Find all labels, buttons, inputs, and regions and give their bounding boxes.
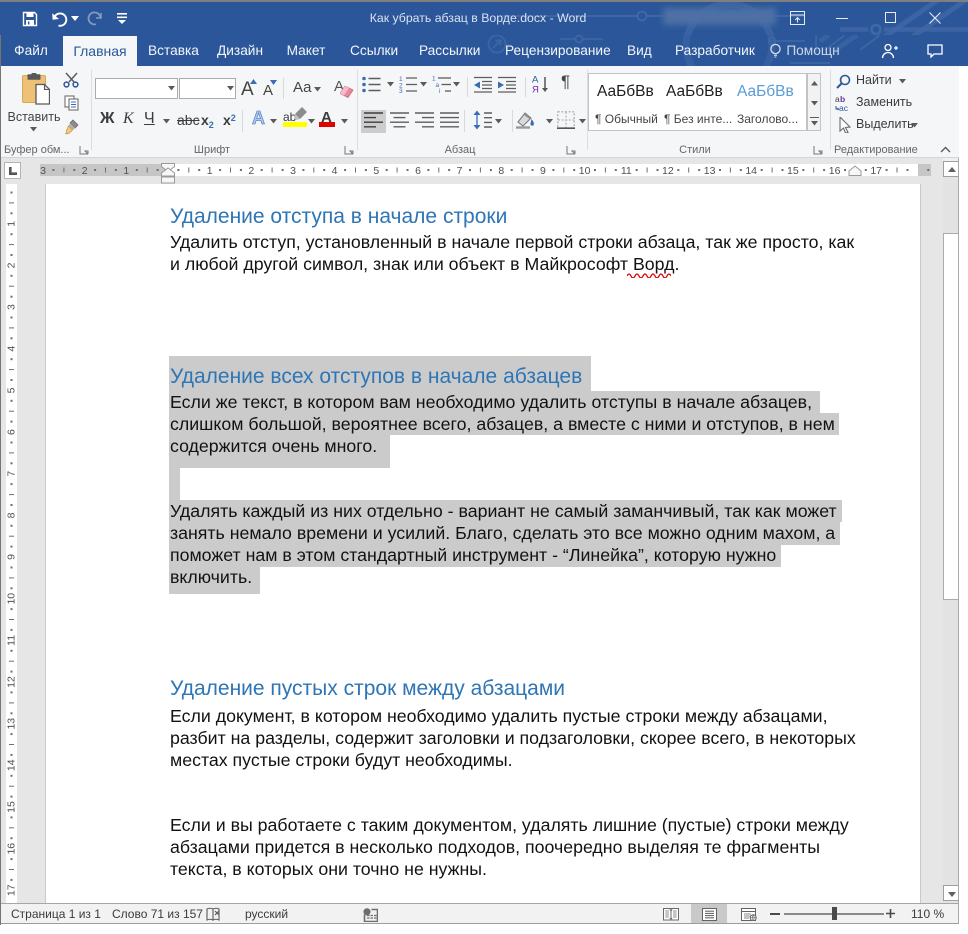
svg-text:13: 13 [704, 165, 716, 177]
svg-text:14: 14 [6, 759, 18, 771]
svg-text:11: 11 [6, 635, 18, 646]
svg-text:2: 2 [82, 165, 88, 177]
svg-text:9: 9 [6, 554, 18, 560]
svg-text:11: 11 [621, 165, 632, 177]
svg-text:7: 7 [457, 165, 463, 177]
svg-text:10: 10 [579, 165, 591, 177]
svg-text:5: 5 [373, 165, 379, 177]
svg-text:2: 2 [6, 262, 18, 268]
svg-text:4: 4 [6, 346, 18, 352]
svg-text:3: 3 [40, 165, 46, 177]
svg-text:3: 3 [399, 88, 403, 93]
svg-text:2: 2 [248, 165, 254, 177]
svg-text:15: 15 [6, 801, 18, 813]
svg-text:13: 13 [6, 718, 18, 730]
svg-text:1: 1 [123, 165, 129, 177]
svg-text:16: 16 [6, 843, 18, 855]
svg-text:12: 12 [662, 165, 674, 177]
svg-text:7: 7 [6, 471, 18, 477]
svg-text:1: 1 [207, 165, 213, 177]
svg-text:6: 6 [415, 165, 421, 177]
svg-text:10: 10 [6, 593, 18, 605]
svg-text:i: i [439, 88, 440, 93]
svg-text:ac: ac [839, 103, 849, 112]
svg-text:4: 4 [332, 165, 338, 177]
svg-text:3: 3 [6, 304, 18, 310]
svg-text:Я: Я [532, 85, 539, 95]
svg-text:14: 14 [745, 165, 757, 177]
svg-text:17: 17 [6, 884, 18, 896]
svg-text:6: 6 [6, 429, 18, 435]
svg-text:17: 17 [870, 165, 882, 177]
svg-text:3: 3 [290, 165, 296, 177]
svg-text:16: 16 [829, 165, 841, 177]
svg-text:8: 8 [6, 512, 18, 518]
svg-text:15: 15 [787, 165, 799, 177]
svg-text:1: 1 [6, 221, 18, 227]
svg-text:8: 8 [498, 165, 504, 177]
svg-text:9: 9 [540, 165, 546, 177]
svg-text:12: 12 [6, 676, 18, 688]
svg-text:5: 5 [6, 387, 18, 393]
